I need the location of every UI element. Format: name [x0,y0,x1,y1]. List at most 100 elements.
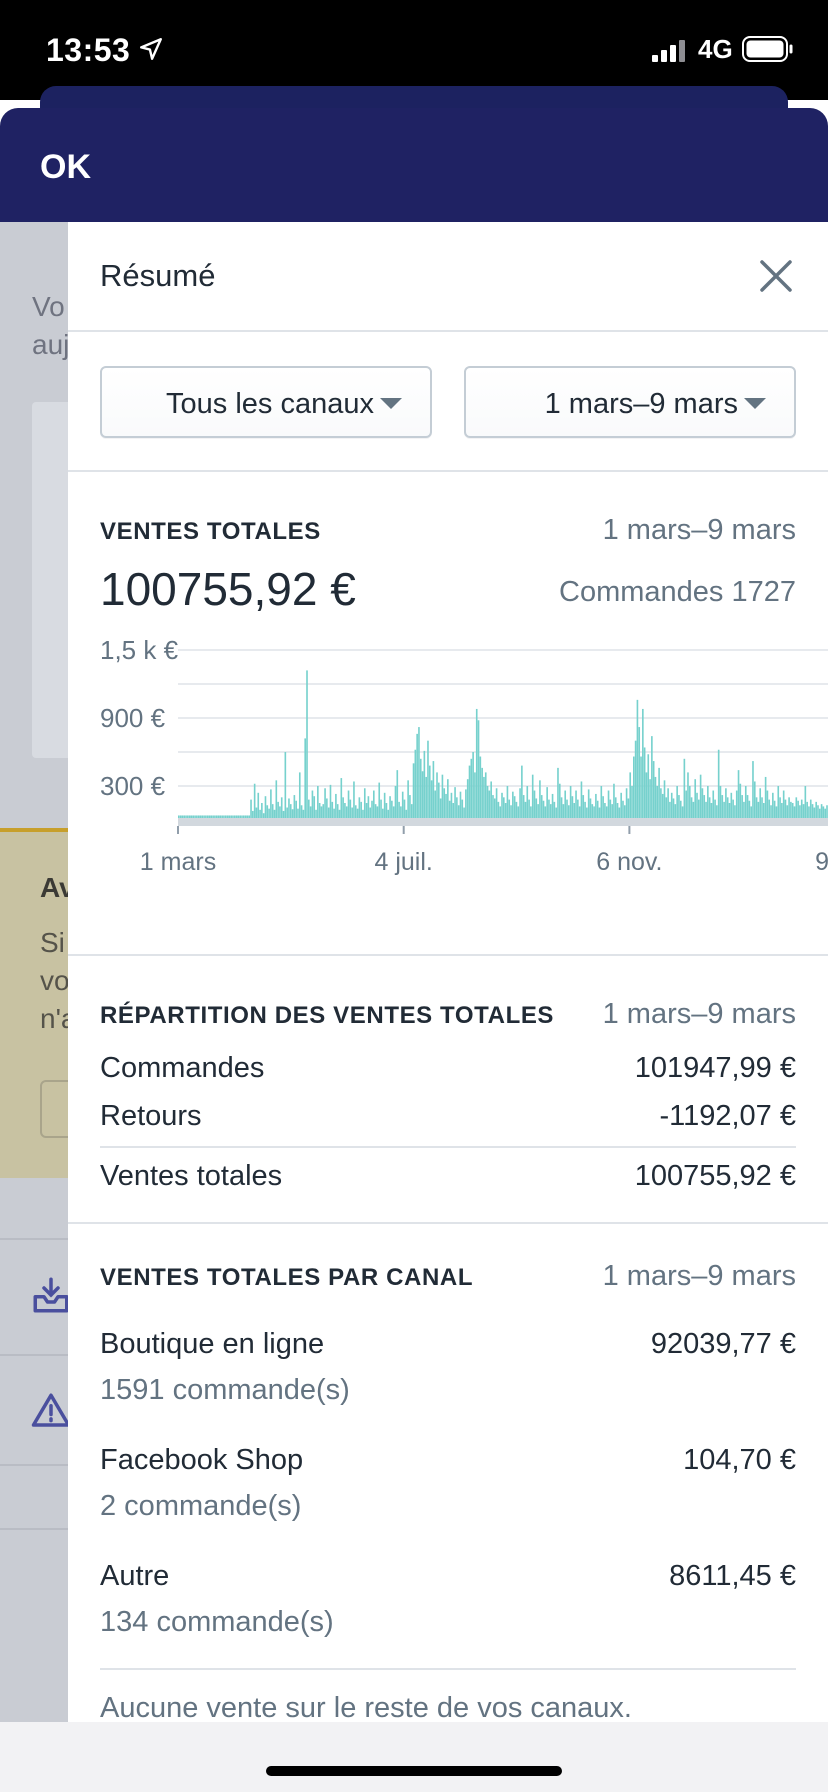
x-tick-label: 9 mars [815,848,828,876]
chart-bar [575,790,577,820]
chart-bar [609,799,612,820]
channel-select-label: Tous les canaux [166,388,374,420]
orders-count: Commandes 1727 [559,576,796,608]
chart-bar [549,804,552,820]
chart-bar [470,758,473,820]
chart-bar [690,797,693,820]
chart-bar [788,797,790,820]
chart-bar [658,767,660,820]
chart-bar [394,786,397,820]
chart-bar [696,792,698,820]
chart-bar [811,804,814,820]
chart-bar [512,791,514,820]
chart-bar [750,806,752,820]
chart-bar [643,747,646,820]
chart-bar [533,790,536,820]
chart-bar [577,799,579,820]
chart-bar [517,806,520,820]
chart-bar [602,796,604,820]
channel-name-facebook-shop: Facebook Shop [100,1444,304,1476]
chart-bar [448,800,451,820]
chart-bar [519,788,521,820]
chart-bar [714,799,716,820]
chart-bar [568,805,570,820]
chart-bar [317,786,319,820]
chart-bar [454,787,456,820]
chart-bar [734,805,736,820]
close-icon[interactable] [756,256,796,296]
chart-bar [741,795,743,820]
chart-bar [564,790,567,820]
chart-bar [683,758,686,820]
chart-bar [692,801,695,820]
chart-bar [344,803,346,820]
chart-bar [746,795,749,820]
chart-bar [441,774,444,820]
chart-bar [439,798,442,820]
channel-orders-other: 134 commande(s) [100,1606,334,1638]
status-bar: 13:53 4G [0,0,828,100]
chart-bar [770,805,772,820]
chart-bar [309,806,312,820]
by-channel-date: 1 mars–9 mars [602,1260,796,1292]
chart-bar [434,790,437,820]
y-tick-label: 900 € [100,703,166,733]
chart-bar [308,799,310,820]
channel-amount-other: 8611,45 € [669,1560,796,1592]
chart-bar [616,803,619,820]
chart-bar [726,797,729,820]
chart-bar [688,786,691,820]
total-sales-date: 1 mars–9 mars [602,514,796,546]
channel-select[interactable]: Tous les canaux [100,366,432,438]
chart-bar [685,790,687,820]
chart-bar [295,800,297,820]
chart-bar [725,788,727,820]
chart-bar [456,797,458,820]
chart-bar [562,804,565,820]
chart-bar [497,801,500,820]
chart-bar [510,805,512,820]
no-other-sales-note: Aucune vente sur le reste de vos canaux. [100,1692,632,1722]
chart-baseline [178,818,828,826]
chart-bar [620,792,622,820]
chart-bar [804,786,807,820]
chart-bar [345,806,348,820]
chart-bar [504,803,507,820]
chart-bar [651,736,653,820]
chart-bar [817,805,819,820]
chart-bar [737,770,740,820]
chart-bar [623,805,626,820]
chart-bar [318,803,321,820]
chart-bar [506,786,509,820]
chart-bar [306,670,308,820]
chart-bar [674,804,677,820]
chart-bar [580,781,583,820]
chart-bar [407,780,409,820]
chart-bar [642,708,644,820]
chart-bar [634,740,637,820]
chart-bar [759,788,762,820]
chart-bar [531,774,534,820]
ok-button[interactable]: OK [40,148,91,187]
chart-bar [447,779,449,820]
caret-down-icon [380,398,402,409]
chart-bar [551,793,554,820]
chart-bar [698,799,700,820]
row-value: 101947,99 € [634,1052,796,1084]
date-range-select[interactable]: 1 mars–9 mars [464,366,796,438]
chart-bar [528,799,530,820]
chart-bar [732,799,734,820]
chart-bar [503,797,505,820]
chart-bar [522,795,525,820]
chart-bar [678,795,680,820]
chart-bar [475,708,478,820]
chart-bar [631,786,633,820]
chart-bar [633,756,635,820]
home-indicator[interactable] [266,1766,562,1776]
chart-bar [392,806,395,820]
chart-bar [275,780,278,820]
chart-bar [661,793,664,820]
chart-bar [656,786,659,820]
chart-bar [645,772,648,820]
row-label: Commandes [100,1052,265,1084]
